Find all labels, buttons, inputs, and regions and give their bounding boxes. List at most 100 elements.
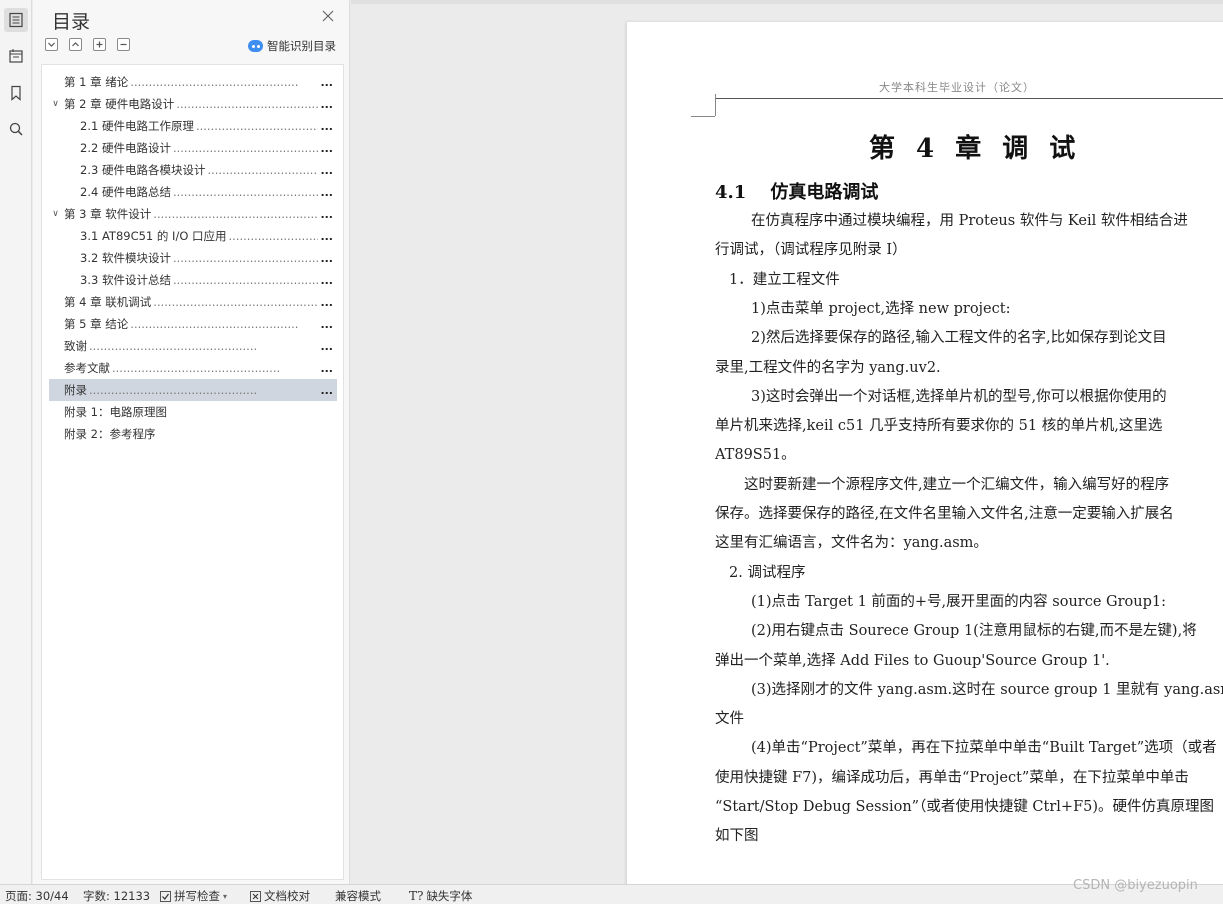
smart-toc-button[interactable]: 智能识别目录 (248, 38, 336, 54)
body-text-line: 这里有汇编语言，文件名为：yang.asm。 (715, 535, 988, 552)
missing-font-button[interactable]: T? 缺失字体 (409, 888, 472, 904)
toc-leader-dots: ........................................… (153, 295, 319, 309)
toc-item-label: 第 4 章 联机调试 (64, 295, 152, 309)
search-icon[interactable] (4, 117, 28, 141)
toc-item[interactable]: 第 5 章 结论................................… (49, 313, 337, 335)
toc-item[interactable]: 2.3 硬件电路各模块设计...........................… (49, 159, 337, 181)
bookmark-icon[interactable] (4, 81, 28, 105)
expand-all-button[interactable] (69, 38, 82, 51)
toc-page-ellipsis: ... (320, 185, 333, 199)
plus-icon (96, 41, 103, 48)
body-text-line: 如下图 (715, 828, 759, 845)
body-text-line: 在仿真程序中通过模块编程，用 Proteus 软件与 Keil 软件相结合进 (751, 213, 1188, 229)
header-rule (715, 98, 1223, 99)
chapter-title: 第 4 章 调 试 (869, 134, 1076, 164)
body-text-line: (3)选择刚才的文件 yang.asm.这时在 source group 1 里… (751, 681, 1223, 698)
body-text-line: 保存。选择要保存的路径,在文件名里输入文件名,注意一定要输入扩展名 (715, 506, 1174, 522)
navigation-pane-icon[interactable] (4, 44, 28, 68)
toc-item-label: 第 1 章 绪论 (64, 75, 129, 89)
ai-icon (248, 40, 263, 52)
toc-item-label: 第 2 章 硬件电路设计 (64, 97, 175, 111)
toc-item-label: 3.3 软件设计总结 (80, 273, 171, 287)
toc-item-label: 参考文献 (64, 361, 110, 375)
toc-item[interactable]: 附录 1：电路原理图 (49, 401, 337, 423)
toc-page-ellipsis: ... (320, 207, 333, 221)
toc-item[interactable]: 2.1 硬件电路工作原理............................… (49, 115, 337, 137)
minus-icon (120, 43, 127, 46)
chevron-up-icon (72, 42, 79, 47)
checkbox-icon (160, 890, 171, 902)
toc-item[interactable]: 参考文献....................................… (49, 357, 337, 379)
toc-panel-title: 目录 (52, 11, 91, 33)
body-text-line: 2. 调试程序 (729, 564, 806, 581)
word-count[interactable]: 字数: 12133 (83, 888, 150, 904)
body-text-line: (1)点击 Target 1 前面的+号,展开里面的内容 source Grou… (751, 593, 1166, 610)
toc-leader-dots: ........................................… (176, 97, 318, 111)
toc-item[interactable]: 3.3 软件设计总结..............................… (49, 269, 337, 291)
chevron-down-icon (48, 42, 55, 47)
body-text-line: 单片机来选择,keil c51 几乎支持所有要求你的 51 核的单片机,这里选 (715, 418, 1163, 435)
add-heading-button[interactable] (93, 38, 106, 51)
toc-page-ellipsis: ... (320, 141, 333, 155)
toc-leader-dots: ........................................… (172, 185, 319, 199)
toc-leader-dots: ........................................… (228, 229, 319, 243)
toc-item-label: 附录 2：参考程序 (64, 427, 156, 441)
toc-leader-dots: ........................................… (153, 207, 319, 221)
toc-icon[interactable] (4, 8, 28, 32)
body-text-line: 弹出一个菜单,选择 Add Files to Guoup'Source Grou… (715, 652, 1110, 669)
document-area: 大学本科生毕业设计（论文） 第 4 章 调 试 4.1 仿真电路调试 在仿真程序中… (351, 0, 1223, 884)
toc-item[interactable]: 致谢......................................… (49, 335, 337, 357)
collapse-all-button[interactable] (45, 38, 58, 51)
toc-item[interactable]: ∨ 第 2 章 硬件电路设计...........................… (49, 93, 337, 115)
toc-item-label: 2.3 硬件电路各模块设计 (80, 163, 206, 177)
remove-heading-button[interactable] (117, 38, 130, 51)
toc-item[interactable]: ∨ 第 3 章 软件设计.............................… (49, 203, 337, 225)
body-text-line: 文件 (715, 711, 744, 728)
body-text-line: 录里,工程文件的名字为 yang.uv2. (715, 359, 941, 376)
toc-page-ellipsis: ... (320, 273, 333, 287)
toc-item[interactable]: 3.1 AT89C51 的 I/O 口应用...................… (49, 225, 337, 247)
page-header: 大学本科生毕业设计（论文） (879, 81, 1035, 94)
chevron-down-icon[interactable]: ∨ (49, 99, 62, 109)
close-icon[interactable] (321, 9, 335, 23)
toc-item[interactable]: 3.2 软件模块设计..............................… (49, 247, 337, 269)
toc-page-ellipsis: ... (320, 97, 333, 111)
toc-panel: 目录 智能识别目录 第 1 章 绪论......................… (33, 0, 350, 884)
toc-page-ellipsis: ... (320, 361, 333, 375)
toc-leader-dots: ........................................… (172, 141, 319, 155)
toc-leader-dots: ........................................… (172, 273, 319, 287)
crop-mark (715, 94, 716, 116)
toc-item[interactable]: 2.4 硬件电路总结..............................… (49, 181, 337, 203)
document-page[interactable]: 大学本科生毕业设计（论文） 第 4 章 调 试 4.1 仿真电路调试 在仿真程序中… (627, 22, 1223, 884)
toc-item[interactable]: 附录......................................… (49, 379, 337, 401)
toc-item-label: 附录 1：电路原理图 (64, 405, 167, 419)
toc-item[interactable]: 2.2 硬件电路设计..............................… (49, 137, 337, 159)
page-count[interactable]: 页面: 30/44 (5, 888, 69, 904)
proofread-button[interactable]: 文档校对 (250, 888, 310, 904)
toc-item[interactable]: 附录 2：参考程序 (49, 423, 337, 445)
toc-leader-dots: ........................................… (207, 163, 318, 177)
toc-item[interactable]: 第 4 章 联机调试..............................… (49, 291, 337, 313)
body-text-line: AT89S51。 (715, 447, 796, 464)
section-title: 仿真电路调试 (770, 182, 879, 203)
chevron-down-icon[interactable]: ∨ (49, 209, 62, 219)
spell-check-button[interactable]: 拼写检查 ▾ (160, 888, 227, 904)
crop-mark (691, 116, 715, 117)
toc-leader-dots: ........................................… (195, 119, 319, 133)
toc-item-label: 2.1 硬件电路工作原理 (80, 119, 194, 133)
toc-page-ellipsis: ... (320, 75, 333, 89)
watermark: CSDN @biyezuopin (1073, 878, 1198, 893)
toc-page-ellipsis: ... (320, 295, 333, 309)
toc-page-ellipsis: ... (320, 163, 333, 177)
body-text-line: 1)点击菜单 project,选择 new project: (751, 300, 1011, 317)
toc-page-ellipsis: ... (320, 119, 333, 133)
body-text-line: 3)这时会弹出一个对话框,选择单片机的型号,你可以根据你使用的 (751, 388, 1167, 405)
toc-item[interactable]: 第 1 章 绪论................................… (49, 71, 337, 93)
body-text-line: (2)用右键点击 Sourece Group 1(注意用鼠标的右键,而不是左键)… (751, 623, 1197, 640)
body-text-line: “Start/Stop Debug Session”（或者使用快捷键 Ctrl+… (715, 799, 1215, 815)
toc-leader-dots: ........................................… (172, 251, 319, 265)
toc-item-label: 3.2 软件模块设计 (80, 251, 171, 265)
smart-toc-label: 智能识别目录 (267, 39, 336, 53)
toc-list: 第 1 章 绪论................................… (41, 64, 344, 880)
toc-item-label: 致谢 (64, 339, 87, 353)
